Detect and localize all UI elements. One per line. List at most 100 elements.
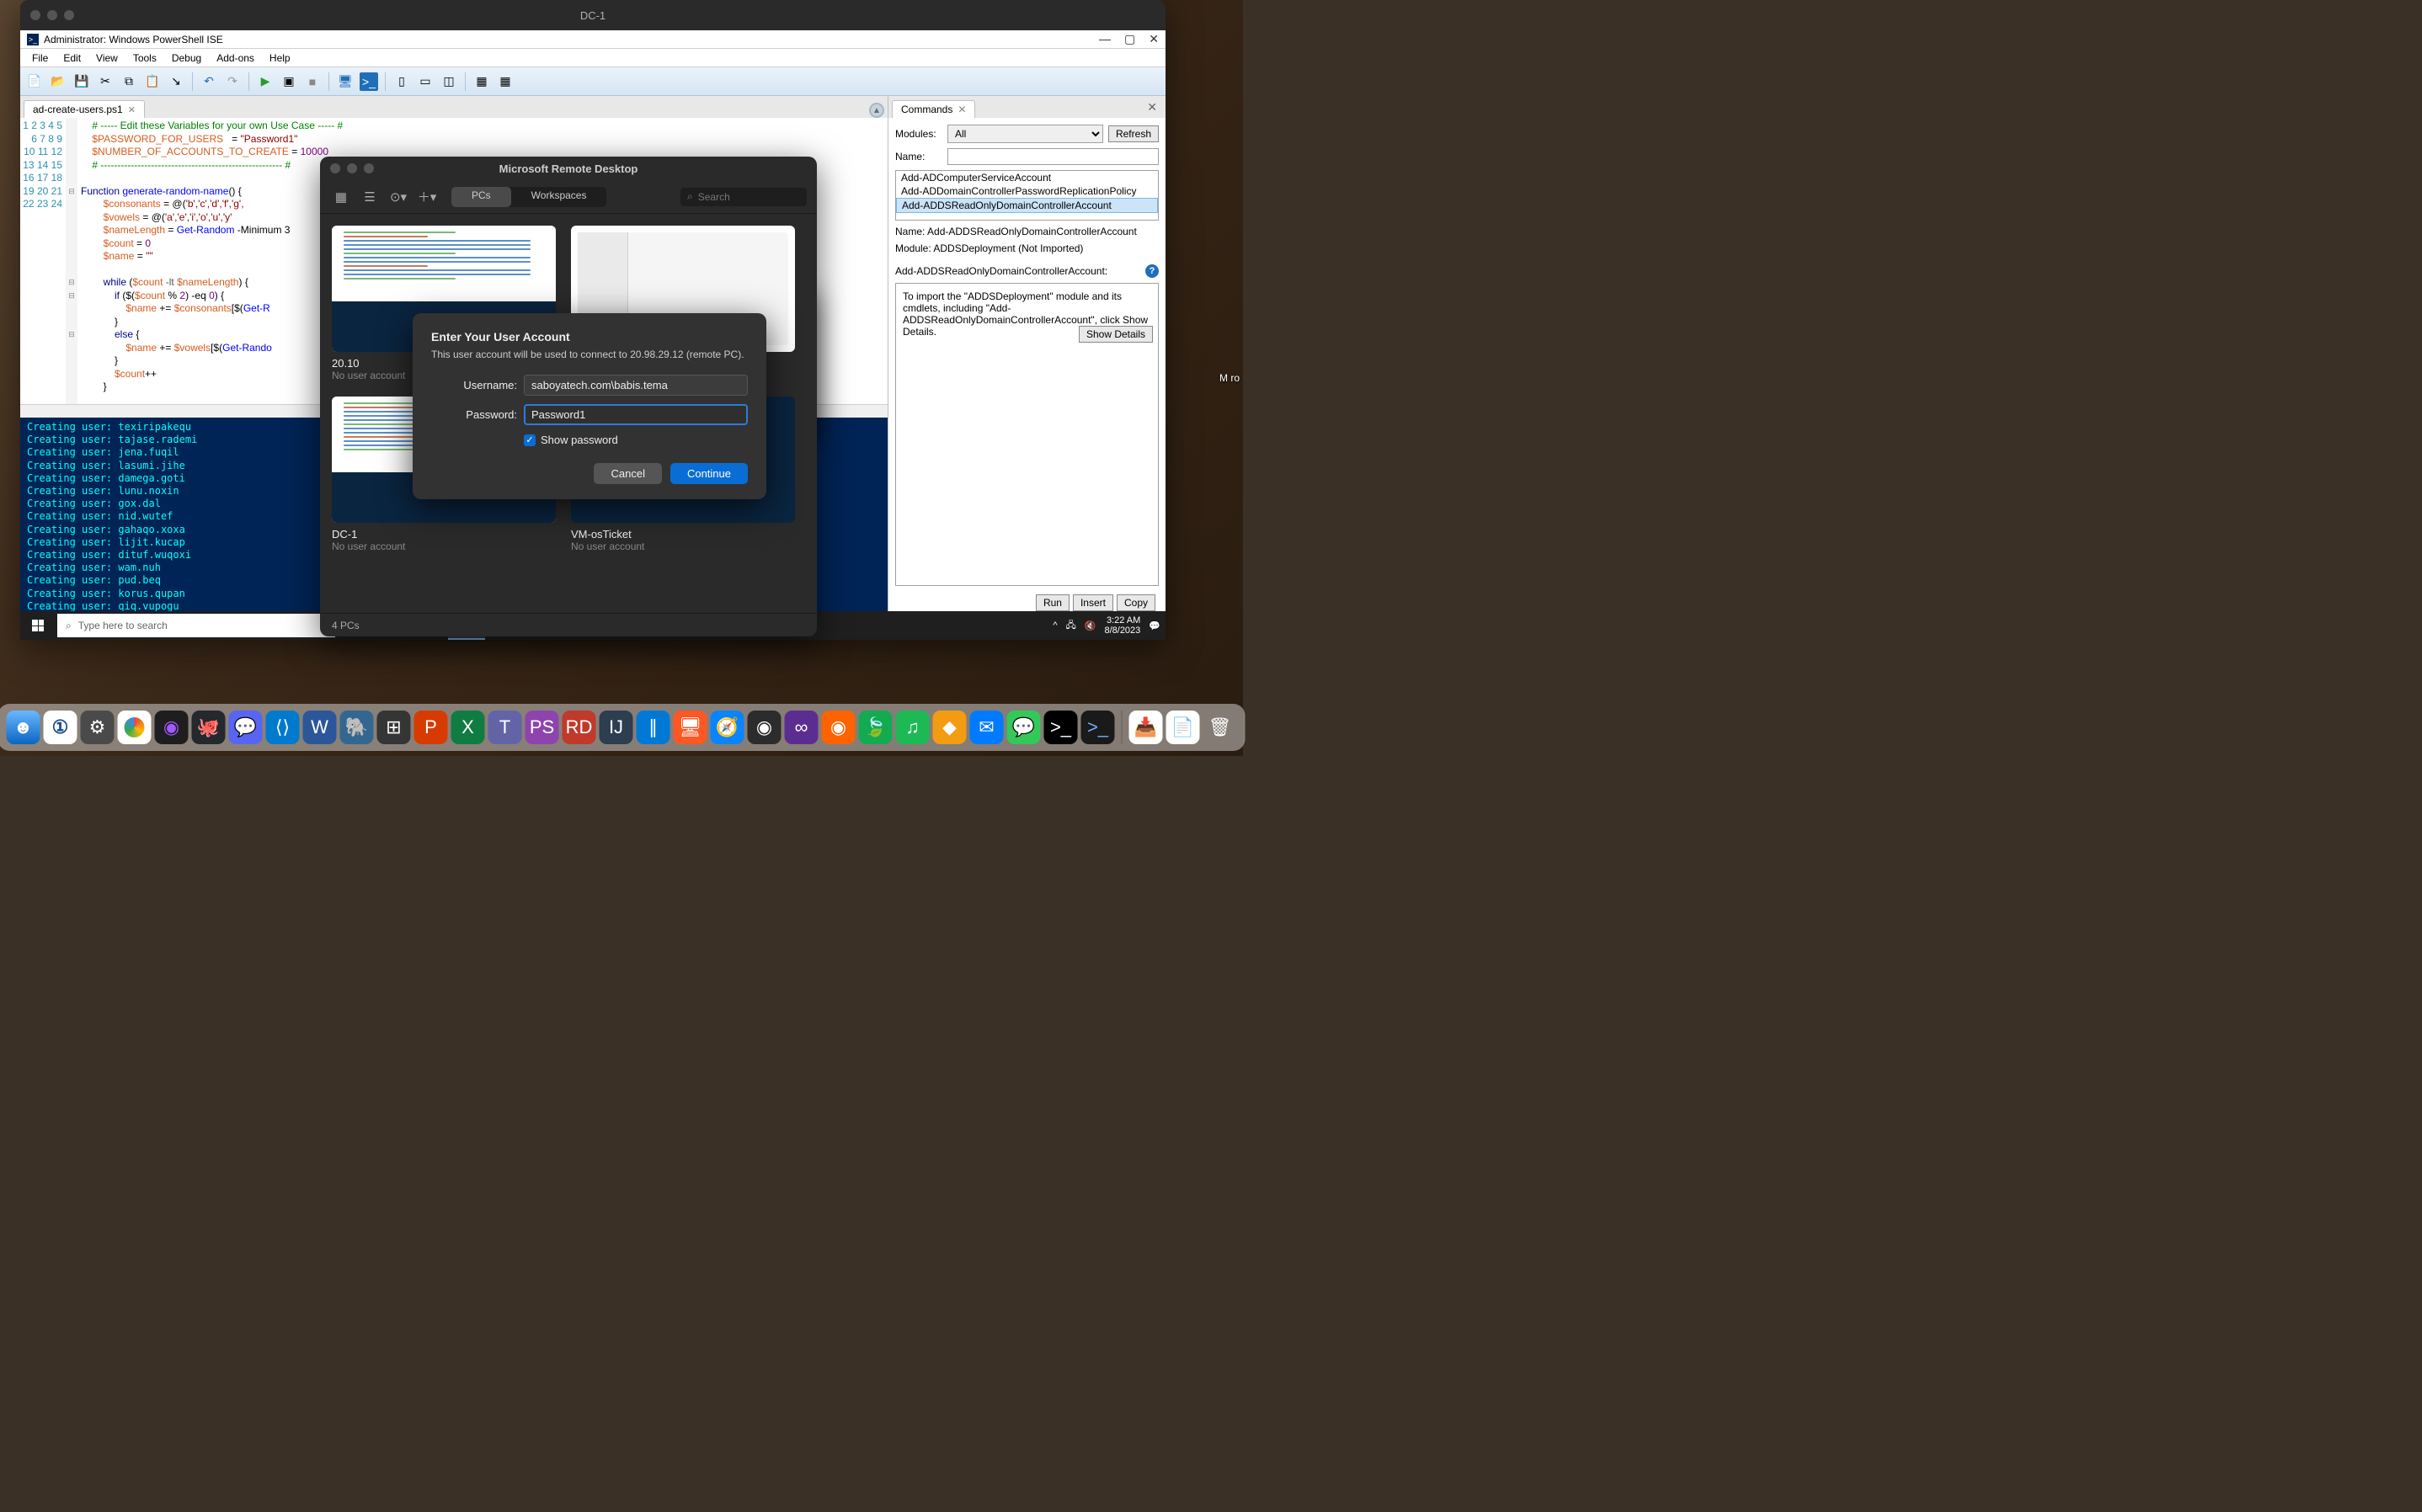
run-icon[interactable]: ▶	[256, 72, 275, 91]
visualstudio-icon[interactable]: ∞	[785, 711, 819, 744]
username-input[interactable]: saboyatech.com\babis.tema	[524, 375, 748, 396]
tray-network-icon[interactable]: 🖧	[1066, 618, 1076, 634]
layout-2-icon[interactable]: ▭	[416, 72, 435, 91]
parallels-icon[interactable]: ∥	[637, 711, 670, 744]
list-item-selected[interactable]: Add-ADDSReadOnlyDomainControllerAccount	[896, 198, 1158, 213]
word-icon[interactable]: W	[303, 711, 337, 744]
run-button[interactable]: Run	[1036, 594, 1070, 611]
mrd-close-icon[interactable]	[330, 163, 340, 173]
help-icon[interactable]: ?	[1145, 264, 1159, 278]
postman-icon[interactable]: ◉	[822, 711, 856, 744]
continue-button[interactable]: Continue	[670, 463, 748, 484]
open-file-icon[interactable]: 📂	[49, 72, 67, 91]
ise-minimize-icon[interactable]: —	[1099, 32, 1111, 46]
password-input[interactable]: Password1	[524, 404, 748, 425]
undo-icon[interactable]: ↶	[200, 72, 218, 91]
phpstorm-icon[interactable]: PS	[525, 711, 559, 744]
terminal-icon[interactable]: >_	[1044, 711, 1078, 744]
ise-close-icon[interactable]: ✕	[1149, 32, 1159, 46]
vm-minimize-icon[interactable]	[47, 10, 57, 20]
notifications-icon[interactable]: 💬	[1149, 620, 1160, 631]
cut-icon[interactable]: ✂	[96, 72, 115, 91]
finder-icon[interactable]: ☻	[7, 711, 40, 744]
figma-icon[interactable]: ◉	[155, 711, 189, 744]
obs-icon[interactable]: ◉	[748, 711, 782, 744]
redo-icon[interactable]: ↷	[223, 72, 242, 91]
iterm-icon[interactable]: >_	[1081, 711, 1115, 744]
remote-icon[interactable]: 🖥	[336, 72, 355, 91]
scroll-up-icon[interactable]: ▲	[869, 103, 884, 118]
ise-maximize-icon[interactable]: ▢	[1124, 32, 1135, 46]
tray-sound-icon[interactable]: 🔇	[1085, 620, 1096, 631]
menu-help[interactable]: Help	[263, 51, 297, 66]
taskbar-search[interactable]: ⌕ Type here to search	[57, 614, 335, 637]
mrd-titlebar[interactable]: Microsoft Remote Desktop	[320, 157, 817, 180]
postgres-icon[interactable]: 🐘	[340, 711, 374, 744]
pane-2-icon[interactable]: ▦	[496, 72, 515, 91]
1password-icon[interactable]: ①	[44, 711, 77, 744]
copy-button[interactable]: Copy	[1117, 594, 1155, 611]
documents-icon[interactable]: 📄	[1166, 711, 1200, 744]
new-file-icon[interactable]: 📄	[25, 72, 44, 91]
spotify-icon[interactable]: ♫	[896, 711, 930, 744]
layout-3-icon[interactable]: ◫	[440, 72, 458, 91]
trash-icon[interactable]: 🗑	[1203, 711, 1237, 744]
cancel-button[interactable]: Cancel	[594, 463, 661, 484]
powerpoint-icon[interactable]: P	[414, 711, 448, 744]
powershell-console-icon[interactable]: >_	[360, 72, 378, 91]
mrd-zoom-icon[interactable]	[364, 163, 374, 173]
refresh-button[interactable]: Refresh	[1108, 125, 1159, 142]
menu-tools[interactable]: Tools	[126, 51, 163, 66]
menu-view[interactable]: View	[89, 51, 125, 66]
save-icon[interactable]: 💾	[72, 72, 91, 91]
vm-titlebar[interactable]: DC-1	[20, 0, 1166, 30]
safari-icon[interactable]: 🧭	[711, 711, 744, 744]
list-item[interactable]: Add-ADComputerServiceAccount	[896, 171, 1158, 184]
name-filter-input[interactable]	[947, 148, 1159, 165]
menu-file[interactable]: File	[25, 51, 55, 66]
menu-addons[interactable]: Add-ons	[210, 51, 261, 66]
start-button[interactable]	[20, 611, 56, 640]
stop-icon[interactable]: ■	[303, 72, 322, 91]
remote-desktop-icon[interactable]: 🖥	[674, 711, 707, 744]
tableplus-icon[interactable]: ⊞	[377, 711, 411, 744]
run-selection-icon[interactable]: ▣	[280, 72, 298, 91]
mail-icon[interactable]: ✉	[970, 711, 1004, 744]
vm-close-icon[interactable]	[30, 10, 40, 20]
pane-1-icon[interactable]: ▦	[472, 72, 491, 91]
layout-1-icon[interactable]: ▯	[392, 72, 411, 91]
paste-icon[interactable]: 📋	[143, 72, 162, 91]
mrd-search[interactable]: ⌕ Search	[680, 188, 807, 206]
script-tab[interactable]: ad-create-users.ps1 ✕	[24, 100, 145, 118]
downloads-icon[interactable]: 📥	[1129, 711, 1163, 744]
commands-tab[interactable]: Commands ✕	[892, 100, 975, 118]
list-view-icon[interactable]: ☰	[359, 188, 381, 206]
messages-icon[interactable]: 💬	[1007, 711, 1041, 744]
github-icon[interactable]: 🐙	[192, 711, 226, 744]
commands-tab-close-icon[interactable]: ✕	[958, 104, 966, 115]
discord-icon[interactable]: 💬	[229, 711, 263, 744]
copy-icon[interactable]: ⧉	[120, 72, 138, 91]
seg-pcs[interactable]: PCs	[451, 187, 511, 207]
ise-titlebar[interactable]: >_ Administrator: Windows PowerShell ISE…	[20, 30, 1166, 49]
script-tab-close-icon[interactable]: ✕	[128, 104, 136, 115]
taskbar-clock[interactable]: 3:22 AM 8/8/2023	[1104, 615, 1140, 636]
settings-icon[interactable]: ⚙	[81, 711, 115, 744]
settings-icon[interactable]: ⊙▾	[387, 188, 409, 206]
seg-workspaces[interactable]: Workspaces	[511, 187, 607, 207]
pane-close-icon[interactable]: ✕	[1142, 97, 1162, 118]
excel-icon[interactable]: X	[451, 711, 485, 744]
grid-view-icon[interactable]: ▦	[330, 188, 352, 206]
list-item[interactable]: Add-ADDomainControllerPasswordReplicatio…	[896, 184, 1158, 198]
teams-icon[interactable]: T	[488, 711, 522, 744]
show-details-button[interactable]: Show Details	[1079, 326, 1153, 343]
modules-select[interactable]: All	[947, 125, 1103, 143]
show-password-checkbox[interactable]: ✓	[524, 434, 536, 446]
command-list[interactable]: Add-ADComputerServiceAccount Add-ADDomai…	[895, 170, 1159, 221]
menu-debug[interactable]: Debug	[165, 51, 208, 66]
app-icon[interactable]: ◆	[933, 711, 967, 744]
rider-icon[interactable]: RD	[563, 711, 596, 744]
menu-edit[interactable]: Edit	[56, 51, 88, 66]
chrome-icon[interactable]	[118, 711, 152, 744]
mrd-minimize-icon[interactable]	[347, 163, 357, 173]
